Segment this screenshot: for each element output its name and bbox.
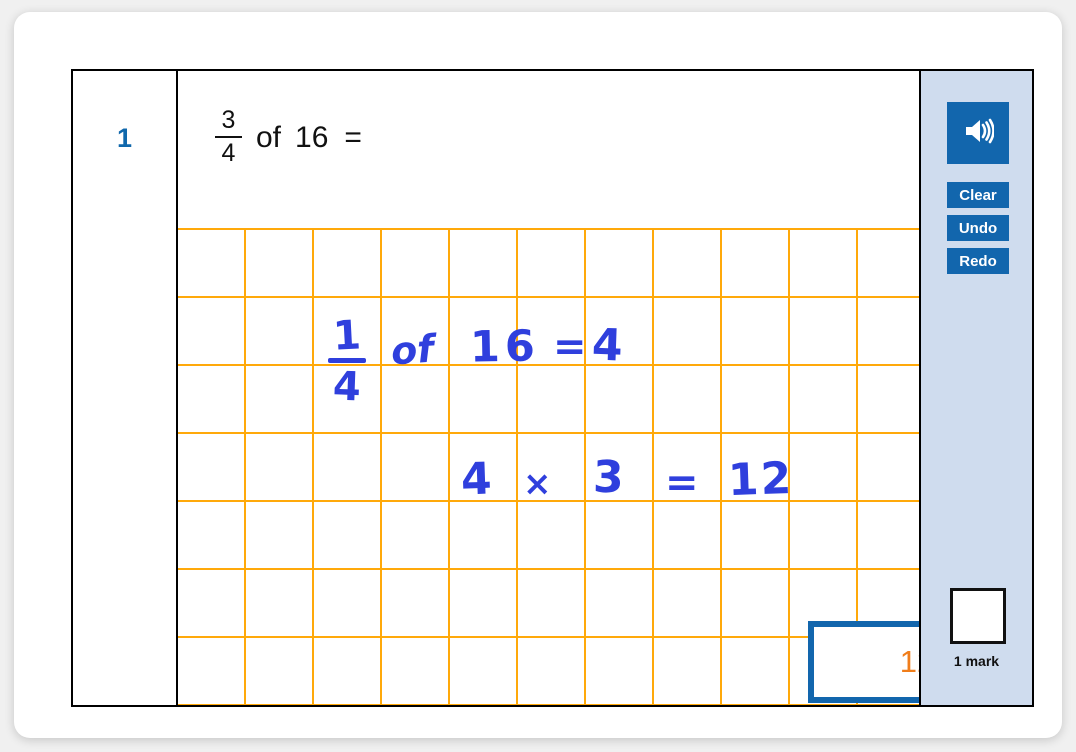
question-of-word: of [256, 121, 282, 154]
question-equals-sign: = [344, 121, 362, 154]
question-statement: 3 4 of 16 = [215, 108, 362, 167]
page-card: 1 3 4 of 16 = 1 4 of 16 = 4 4 × 3 = 12 1… [14, 12, 1062, 738]
audio-play-button[interactable] [947, 102, 1009, 164]
question-operand: 16 [295, 121, 329, 154]
question-fraction-denominator: 4 [221, 139, 236, 167]
tool-sidebar: Clear Undo Redo 1 mark [919, 71, 1032, 705]
mark-box [950, 588, 1006, 644]
question-number-column: 1 [73, 71, 178, 705]
question-fraction: 3 4 [215, 108, 242, 166]
undo-button[interactable]: Undo [947, 215, 1009, 241]
clear-button[interactable]: Clear [947, 182, 1009, 208]
redo-button[interactable]: Redo [947, 248, 1009, 274]
app-root: 1 3 4 of 16 = 1 4 of 16 = 4 4 × 3 = 12 1… [0, 0, 1076, 752]
work-region: 3 4 of 16 = 1 4 of 16 = 4 4 × 3 = 12 12 … [178, 71, 1032, 705]
question-fraction-numerator: 3 [221, 106, 236, 134]
question-number: 1 [116, 123, 133, 153]
speaker-icon [962, 117, 995, 150]
question-frame: 1 3 4 of 16 = 1 4 of 16 = 4 4 × 3 = 12 1… [71, 69, 1034, 707]
mark-label: 1 mark [953, 653, 1000, 669]
